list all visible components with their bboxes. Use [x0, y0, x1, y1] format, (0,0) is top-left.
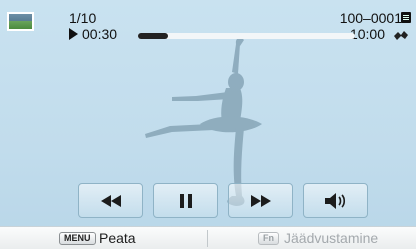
battery-icon	[401, 12, 411, 23]
file-number: 100–0001	[339, 10, 402, 26]
thumbnail-icon	[7, 12, 34, 31]
stabilizer-icon	[394, 31, 408, 40]
rewind-button[interactable]	[78, 183, 143, 218]
volume-button[interactable]	[303, 183, 368, 218]
playback-progress-fill	[138, 33, 169, 39]
video-playback-screen: 1/10 00:30 100–0001 10:00 MENU Peata Fn …	[0, 0, 416, 249]
capture-softkey[interactable]: Jäädvustamine	[284, 230, 378, 247]
fn-key-badge: Fn	[258, 232, 279, 245]
elapsed-time: 00:30	[82, 26, 118, 42]
playback-progress-bar[interactable]	[138, 33, 355, 39]
softkey-bar: MENU Peata Fn Jäädvustamine	[0, 226, 416, 249]
stop-softkey[interactable]: Peata	[99, 230, 136, 247]
total-duration: 10:00	[349, 26, 385, 42]
volume-icon	[324, 192, 345, 209]
menu-key-badge: MENU	[59, 232, 96, 245]
file-counter: 1/10	[69, 10, 97, 26]
pause-icon	[179, 193, 192, 208]
fast-forward-button[interactable]	[228, 183, 293, 218]
softkey-divider	[207, 230, 208, 247]
rewind-icon	[100, 194, 121, 207]
pause-button[interactable]	[153, 183, 218, 218]
fast-forward-icon	[250, 194, 271, 207]
play-icon	[69, 28, 78, 40]
